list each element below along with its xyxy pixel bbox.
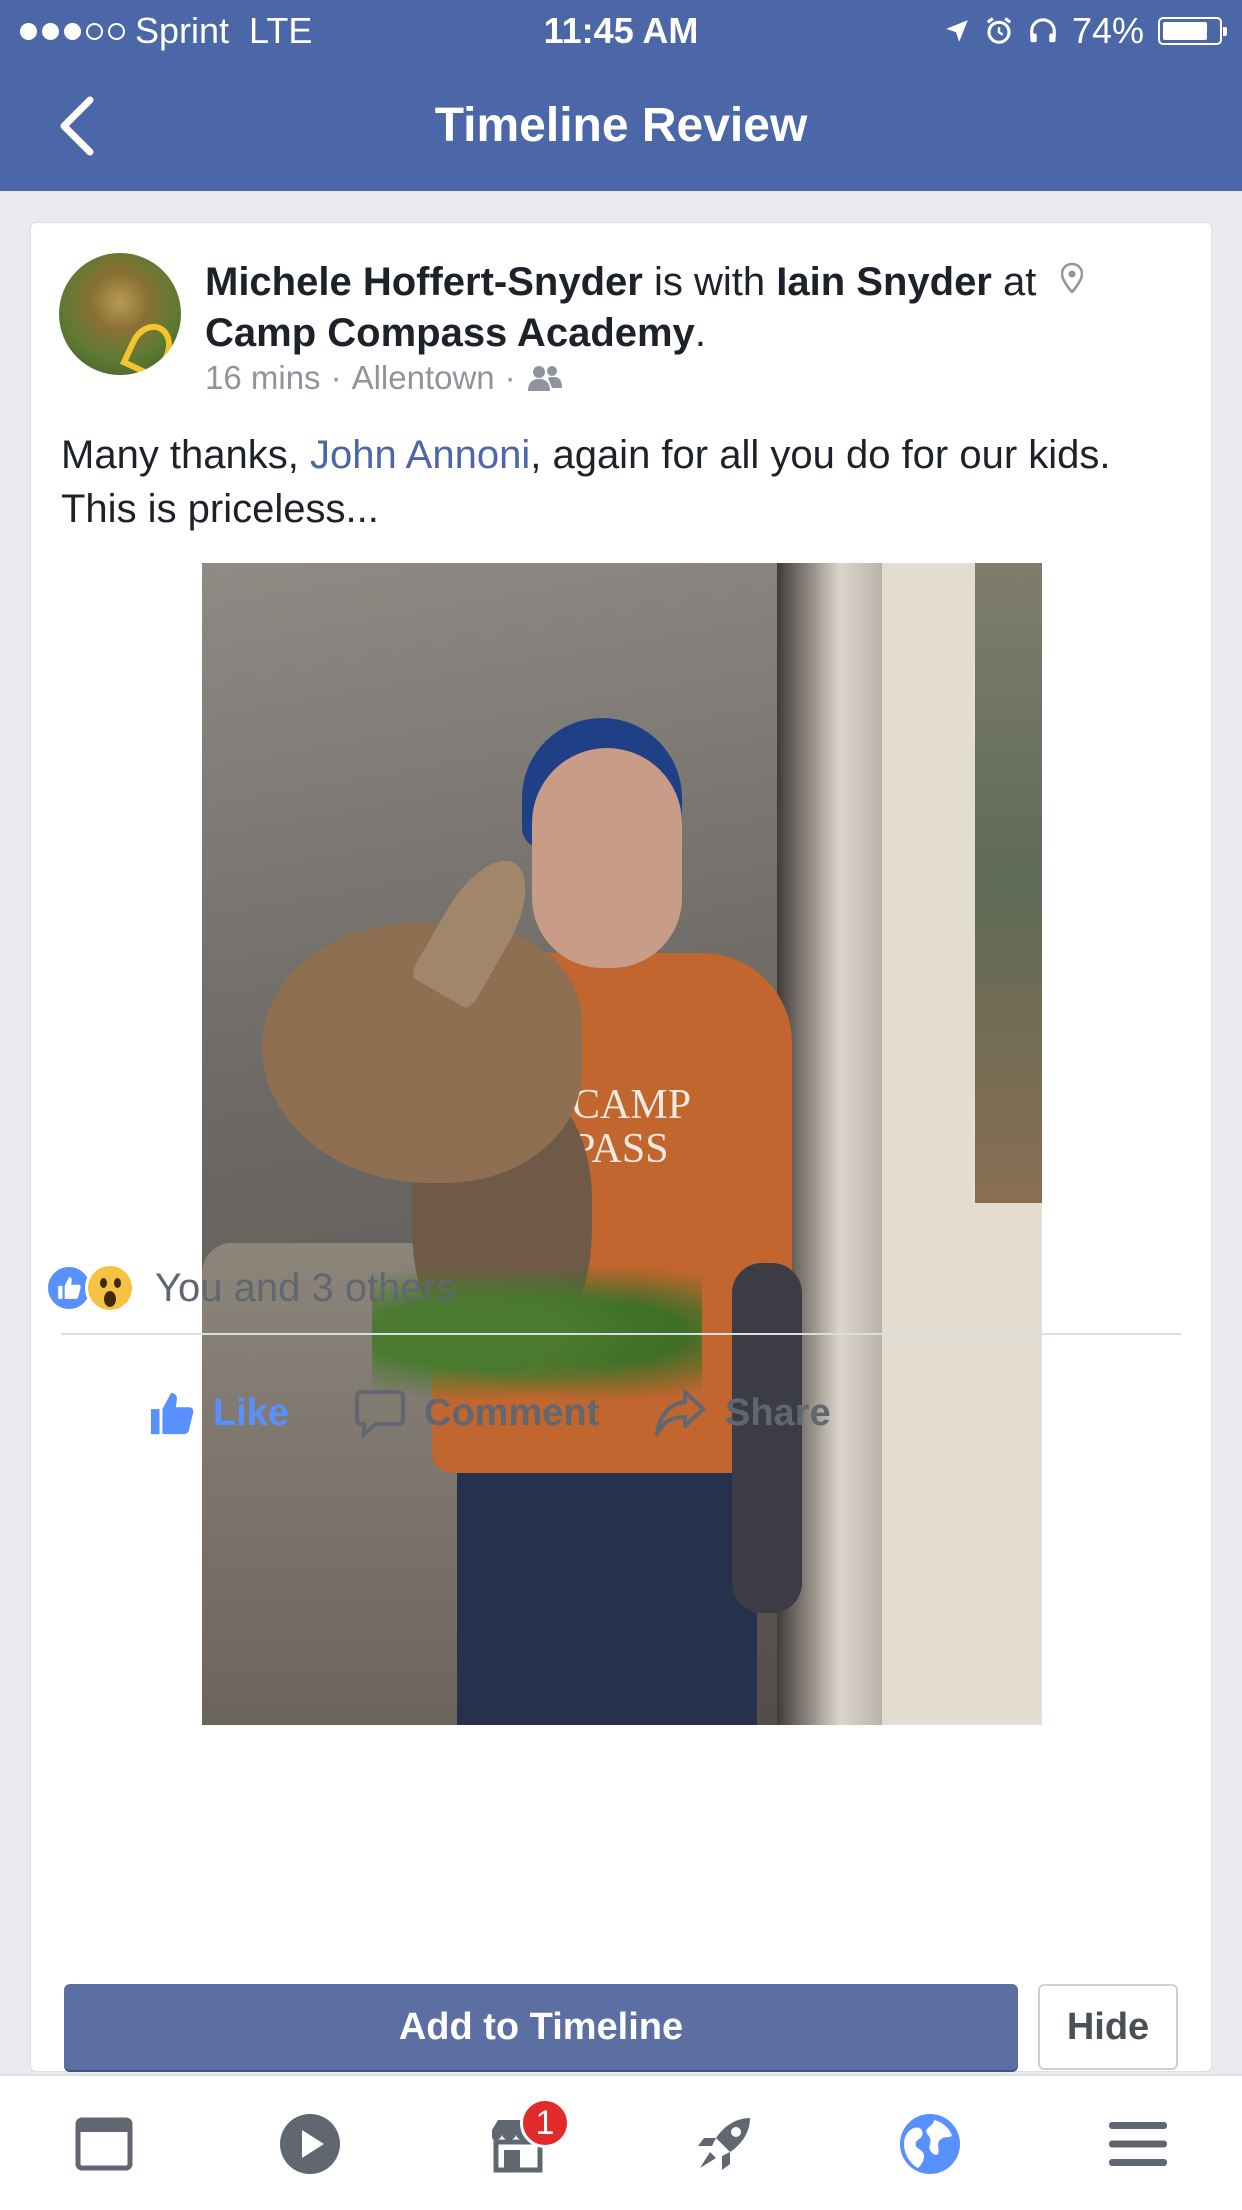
reactions-summary[interactable]: You and 3 others [45,1263,456,1313]
shirt-text-top: CAMP [572,1082,692,1128]
comment-icon [355,1390,405,1438]
battery-icon [1158,17,1227,45]
post-text-prefix: Many thanks, [61,433,299,477]
page-title: Timeline Review [434,99,808,152]
mention-link[interactable]: John Annoni [310,433,530,477]
comment-label: Comment [424,1391,600,1434]
wow-reaction-icon [85,1263,135,1313]
location-pin-icon [1061,263,1084,293]
alarm-icon [986,17,1012,44]
meta-separator: · [330,359,342,396]
battery-percent: 74% [1071,10,1144,51]
notification-badge: 1 [520,2098,570,2148]
like-button[interactable]: Like [149,1363,289,1463]
comment-button[interactable]: Comment [354,1363,599,1463]
gold-ribbon-icon [119,316,181,375]
add-to-timeline-button[interactable]: Add to Timeline [64,1984,1018,2070]
thumbs-up-icon [150,1392,194,1435]
tab-explore[interactable] [676,2096,772,2192]
like-label: Like [213,1391,290,1434]
shirt-text-bottom: PASS [572,1126,669,1172]
news-feed-icon [75,2117,133,2171]
time-ago[interactable]: 16 mins [205,359,321,397]
post-photo[interactable]: CAMP PASS [202,563,1042,1725]
post-text: Many thanks, John Annoni, again for all … [61,428,1181,536]
status-bar: Sprint LTE 11:45 AM 74% [0,0,1242,60]
nav-bar: Timeline Review [0,70,1242,182]
status-right: 74% [944,10,1227,52]
location-arrow-icon [946,20,968,42]
video-icon [280,2114,340,2174]
share-button[interactable]: Share [653,1363,831,1463]
globe-icon [900,2114,960,2174]
tab-bar: 1 [0,2074,1242,2210]
place-suffix: . [694,311,706,355]
tab-menu[interactable] [1090,2096,1186,2192]
tab-video[interactable] [262,2096,358,2192]
reactions-count: You and 3 others [155,1265,456,1310]
post-actions: Like Comment Share [31,1363,1213,1463]
at-text: at [1003,260,1037,304]
headphones-icon [1030,18,1056,43]
post-meta: 16 mins · Allentown · [205,359,564,397]
rocket-icon [698,2118,750,2170]
place-name[interactable]: Camp Compass Academy [205,311,695,355]
menu-icon [1109,2122,1167,2166]
author-name[interactable]: Michele Hoffert-Snyder [205,260,643,304]
top-bar: Sprint LTE 11:45 AM 74% Timeline Review [0,0,1242,191]
share-label: Share [725,1391,831,1434]
tab-news-feed[interactable] [56,2096,152,2192]
avatar[interactable] [59,253,181,375]
friends-icon [527,366,562,391]
post-card: Michele Hoffert-Snyder is with Iain Snyd… [30,222,1212,2072]
tab-notifications[interactable] [882,2096,978,2192]
post-location: Allentown [351,359,495,396]
tab-marketplace[interactable]: 1 [470,2096,570,2192]
hide-button[interactable]: Hide [1038,1984,1178,2070]
post-header: Michele Hoffert-Snyder is with Iain Snyd… [205,257,1165,359]
tagged-person[interactable]: Iain Snyder [776,260,992,304]
divider [61,1333,1181,1335]
share-arrow-icon [655,1390,705,1436]
with-text: is with [653,260,766,304]
meta-separator: · [504,359,516,396]
